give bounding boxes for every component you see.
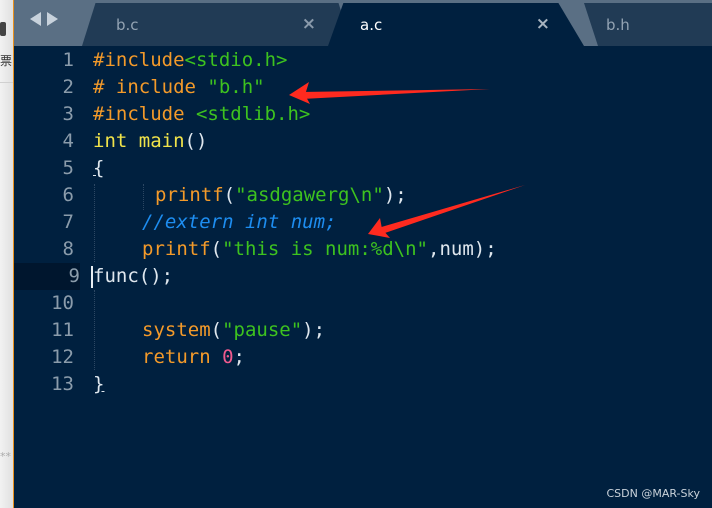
divider xyxy=(0,82,13,83)
close-icon[interactable]: × xyxy=(302,14,316,34)
indent-guide xyxy=(143,184,144,210)
close-icon[interactable]: × xyxy=(536,14,550,34)
code-line-8: printf("this is num:%d\n",num); xyxy=(142,238,497,260)
background-glyph-bottom: ** xyxy=(0,450,11,463)
indent-guide xyxy=(94,290,95,370)
background-icon xyxy=(0,22,6,36)
line-number: 10 xyxy=(51,292,74,314)
code-line-11: system("pause"); xyxy=(142,319,326,341)
line-number: 2 xyxy=(62,76,74,98)
tab-a-c[interactable]: a.c × xyxy=(328,3,584,46)
code-line-1: #include<stdio.h> xyxy=(93,49,288,71)
code-line-2: # include "b.h" xyxy=(93,76,265,98)
line-number: 5 xyxy=(62,157,74,179)
code-line-7: //extern int num; xyxy=(142,211,337,233)
background-window-edge: 票 ** xyxy=(0,0,14,508)
background-glyph: 票 xyxy=(0,54,13,68)
watermark: CSDN @MAR-Sky xyxy=(606,487,700,500)
tab-label: b.h xyxy=(606,16,630,34)
line-number: 1 xyxy=(62,49,74,71)
line-number: 11 xyxy=(51,319,74,341)
tab-prev-icon[interactable] xyxy=(30,12,41,26)
tab-b-h[interactable]: b.h xyxy=(574,3,712,46)
code-line-6: printf("asdgawerg\n"); xyxy=(155,184,407,206)
code-line-13: } xyxy=(93,373,105,395)
line-number: 8 xyxy=(62,238,74,260)
tab-bar: b.c × b.h a.c × xyxy=(14,0,712,46)
line-number: 6 xyxy=(62,184,74,206)
tab-label: b.c xyxy=(116,16,139,34)
indent-guide xyxy=(94,184,95,262)
line-number: 12 xyxy=(51,346,74,368)
line-number-current: 9 xyxy=(14,263,80,290)
line-number: 7 xyxy=(62,211,74,233)
code-editor[interactable]: 1 2 3 4 5 6 7 8 9 10 11 12 13 #include<s… xyxy=(14,46,712,508)
code-line-12: return 0; xyxy=(142,346,245,368)
tab-label: a.c xyxy=(360,16,383,34)
code-line-4: int main() xyxy=(93,130,208,152)
code-line-9: func(); xyxy=(91,265,174,288)
code-line-5: { xyxy=(93,157,105,179)
line-number: 4 xyxy=(62,130,74,152)
tab-shape xyxy=(584,3,712,46)
tab-b-c[interactable]: b.c × xyxy=(82,3,352,46)
code-line-3: #include <stdlib.h> xyxy=(93,103,311,125)
tab-nav xyxy=(30,12,58,26)
line-number: 3 xyxy=(62,103,74,125)
line-number: 13 xyxy=(51,373,74,395)
tab-next-icon[interactable] xyxy=(47,12,58,26)
